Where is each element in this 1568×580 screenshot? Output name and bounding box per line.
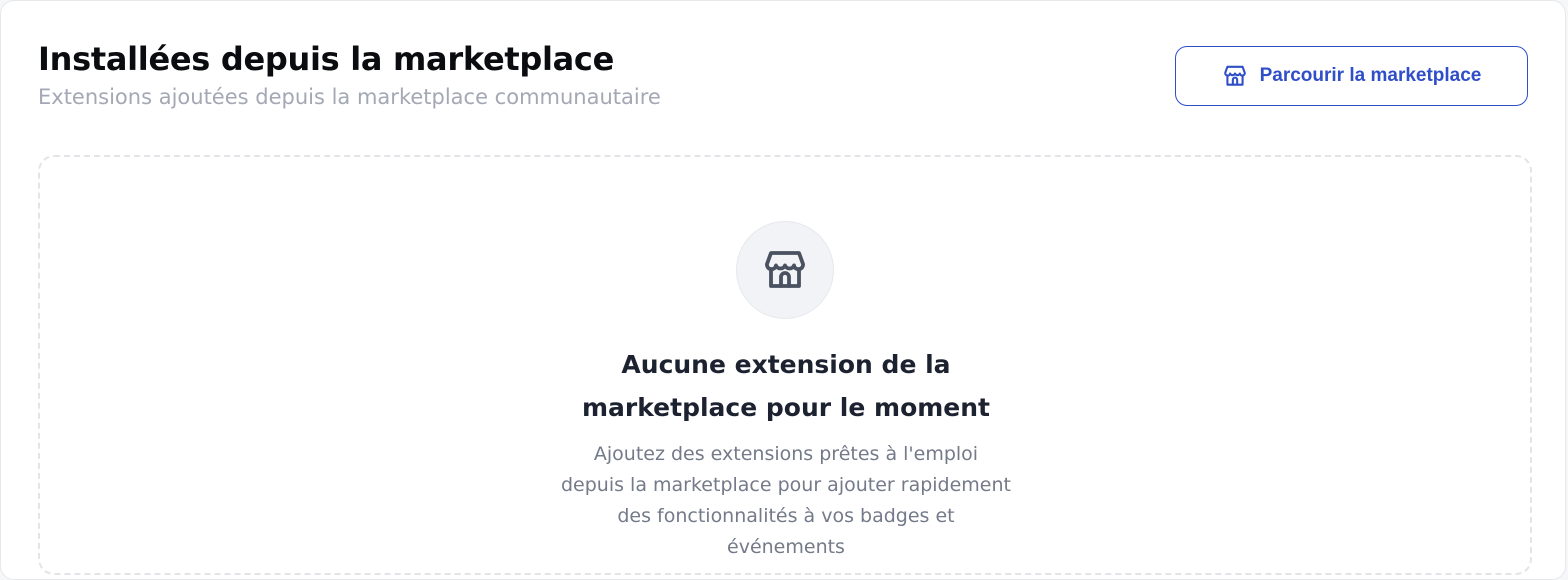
marketplace-card: Installées depuis la marketplace Extensi… bbox=[0, 0, 1566, 580]
browse-marketplace-label: Parcourir la marketplace bbox=[1259, 65, 1482, 86]
store-icon bbox=[761, 246, 809, 294]
browse-marketplace-button[interactable]: Parcourir la marketplace bbox=[1175, 46, 1528, 106]
section-header: Installées depuis la marketplace Extensi… bbox=[38, 37, 1528, 117]
empty-state-title: Aucune extension de la marketplace pour … bbox=[581, 350, 991, 422]
empty-state: Aucune extension de la marketplace pour … bbox=[38, 155, 1532, 575]
empty-state-icon-circle bbox=[736, 221, 834, 319]
store-icon bbox=[1222, 63, 1248, 89]
empty-state-description: Ajoutez des extensions prêtes à l'emploi… bbox=[560, 443, 1011, 558]
